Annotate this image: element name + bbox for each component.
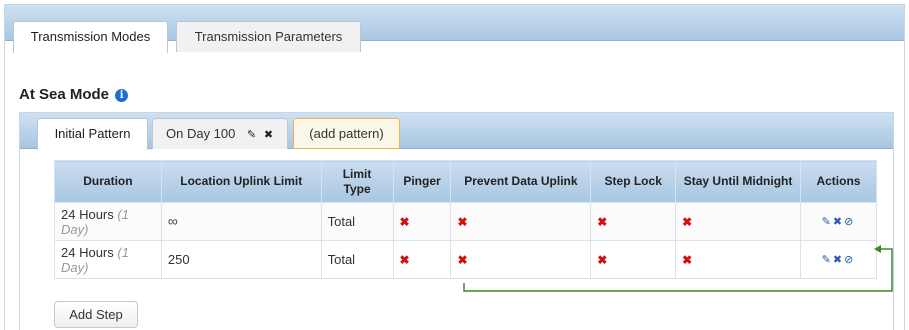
limit-type-cell: Total bbox=[320, 202, 394, 241]
prevent-data-uplink-cell: ✖ bbox=[450, 240, 592, 279]
col-limit-type: Limit Type bbox=[320, 160, 394, 203]
edit-icon[interactable]: ✎ bbox=[822, 254, 833, 266]
uplink-limit-cell: ∞ bbox=[160, 202, 322, 241]
limit-type-cell: Total bbox=[320, 240, 394, 279]
cross-icon: ✖ bbox=[457, 252, 468, 267]
col-prevent-data-uplink: Prevent Data Uplink bbox=[450, 160, 592, 203]
cross-icon: ✖ bbox=[457, 214, 468, 229]
link-icon[interactable]: ⊘ bbox=[844, 254, 855, 266]
section-title: At Sea Mode bbox=[19, 86, 110, 103]
steps-table: Duration Location Uplink Limit Limit Typ… bbox=[54, 160, 878, 279]
actions-cell: ✎✖⊘ bbox=[799, 240, 878, 279]
table-row: 24 Hours (1 Day) 250 Total ✖ ✖ ✖ ✖ ✎✖⊘ bbox=[54, 240, 878, 279]
actions-cell: ✎✖⊘ bbox=[799, 202, 878, 241]
pinger-cell: ✖ bbox=[392, 240, 452, 279]
col-duration: Duration bbox=[54, 160, 162, 203]
edit-icon[interactable]: ✎ bbox=[247, 129, 256, 141]
tab-transmission-modes[interactable]: Transmission Modes bbox=[13, 21, 168, 53]
pattern-tab-bar bbox=[20, 113, 893, 149]
col-step-lock: Step Lock bbox=[590, 160, 677, 203]
edit-icon[interactable]: ✎ bbox=[822, 216, 833, 228]
add-pattern-tab[interactable]: (add pattern) bbox=[293, 118, 400, 149]
duration-cell: 24 Hours (1 Day) bbox=[54, 202, 162, 241]
delete-icon[interactable]: ✖ bbox=[833, 216, 844, 228]
cross-icon: ✖ bbox=[597, 214, 608, 229]
tab-on-day-100[interactable]: On Day 100 ✎ ✖ bbox=[152, 118, 288, 149]
pinger-cell: ✖ bbox=[392, 202, 452, 241]
col-location-uplink-limit: Location Uplink Limit bbox=[160, 160, 322, 203]
add-step-button[interactable]: Add Step bbox=[54, 301, 138, 328]
col-actions: Actions bbox=[799, 160, 878, 203]
step-lock-cell: ✖ bbox=[590, 202, 677, 241]
cross-icon: ✖ bbox=[399, 252, 410, 267]
link-icon[interactable]: ⊘ bbox=[844, 216, 855, 228]
duration-cell: 24 Hours (1 Day) bbox=[54, 240, 162, 279]
col-stay-until-midnight: Stay Until Midnight bbox=[675, 160, 801, 203]
col-pinger: Pinger bbox=[392, 160, 452, 203]
prevent-data-uplink-cell: ✖ bbox=[450, 202, 592, 241]
stay-until-midnight-cell: ✖ bbox=[675, 240, 801, 279]
info-icon[interactable]: i bbox=[115, 89, 129, 102]
tab-initial-pattern[interactable]: Initial Pattern bbox=[37, 118, 148, 150]
cross-icon: ✖ bbox=[399, 214, 410, 229]
step-lock-cell: ✖ bbox=[590, 240, 677, 279]
table-row: 24 Hours (1 Day) ∞ Total ✖ ✖ ✖ ✖ ✎✖⊘ bbox=[54, 202, 878, 241]
section-heading: At Sea Mode i bbox=[19, 86, 129, 103]
delete-icon[interactable]: ✖ bbox=[833, 254, 844, 266]
cross-icon: ✖ bbox=[682, 214, 693, 229]
tab-transmission-parameters[interactable]: Transmission Parameters bbox=[176, 21, 361, 52]
stay-until-midnight-cell: ✖ bbox=[675, 202, 801, 241]
cross-icon: ✖ bbox=[597, 252, 608, 267]
cross-icon: ✖ bbox=[682, 252, 693, 267]
uplink-limit-cell: 250 bbox=[160, 240, 322, 279]
tab-on-day-100-label: On Day 100 bbox=[166, 126, 236, 141]
table-header-row: Duration Location Uplink Limit Limit Typ… bbox=[54, 160, 878, 203]
close-icon[interactable]: ✖ bbox=[264, 129, 273, 141]
